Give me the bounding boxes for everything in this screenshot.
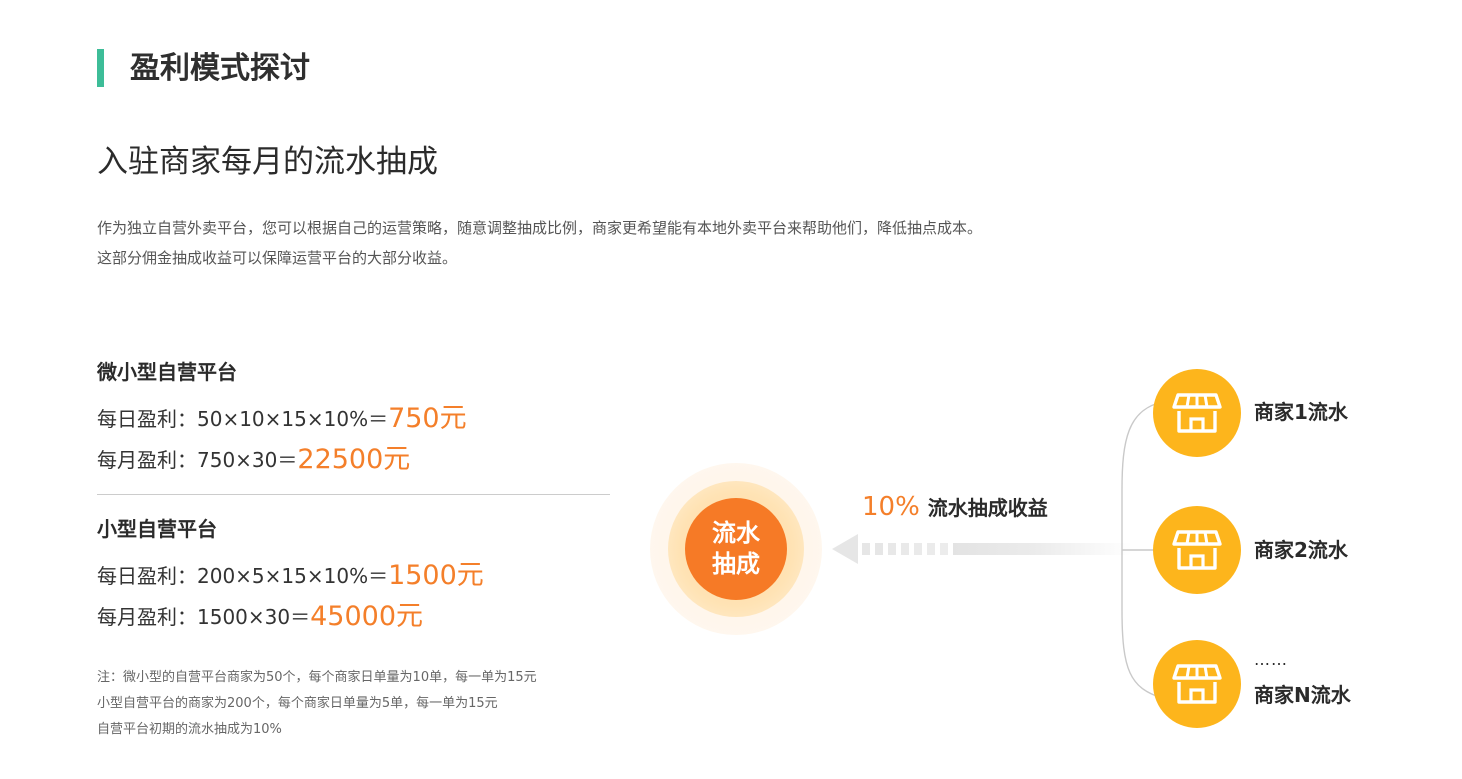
calc-label: 每月盈利： [97,605,197,629]
daily-profit-row: 每日盈利：50×10×15×10%＝750元 [97,402,467,436]
calc-formula: 50×10×15×10%＝ [197,407,389,431]
calc-label: 每日盈利： [97,407,197,431]
flow-label: 10% 流水抽成收益 [862,489,1048,528]
calc-formula: 750×30＝ [197,448,298,472]
calc-result: 750元 [388,403,467,434]
page-subtitle: 入驻商家每月的流水抽成 [97,144,438,180]
calc-label: 每月盈利： [97,448,197,472]
footnote-line: 自营平台初期的流水抽成为10% [97,722,282,737]
monthly-profit-row: 每月盈利：750×30＝22500元 [97,443,410,477]
center-label-line1: 流水 [712,519,760,547]
intro-paragraph: 作为独立自营外卖平台，您可以根据自己的运营策略，随意调整抽成比例，商家更希望能有… [97,213,1147,273]
calc-result: 1500元 [388,560,484,591]
plan-title: 微小型自营平台 [97,360,237,384]
flow-arrow [832,534,1132,564]
plan-title: 小型自营平台 [97,517,217,541]
footnote-line: 注：微小型的自营平台商家为50个，每个商家日单量为10单，每一单为15元 [97,670,537,685]
arrow-dash [888,543,896,555]
center-label-line2: 抽成 [712,550,760,578]
store-icon [1153,640,1241,728]
monthly-profit-row: 每月盈利：1500×30＝45000元 [97,600,423,634]
flow-text: 流水抽成收益 [927,496,1048,520]
section-accent-bar [97,49,104,87]
calc-label: 每日盈利： [97,564,197,588]
calc-result: 22500元 [297,444,411,475]
merchant-label: 商家2流水 [1254,538,1348,562]
arrow-dash [862,543,870,555]
merchant-label: 商家1流水 [1254,400,1348,424]
arrow-dash [914,543,922,555]
merchant-label: 商家N流水 [1254,683,1351,707]
calc-formula: 1500×30＝ [197,605,311,629]
arrow-dash [875,543,883,555]
store-icon [1153,369,1241,457]
arrow-head [832,534,858,564]
arrow-dash [940,543,948,555]
center-circle: 流水 抽成 [685,498,787,600]
footnote-line: 小型自营平台的商家为200个，每个商家日单量为5单，每一单为15元 [97,696,498,711]
flow-percent: 10% [862,492,920,522]
footnotes: 注：微小型的自营平台商家为50个，每个商家日单量为10单，每一单为15元 小型自… [97,665,537,743]
calc-result: 45000元 [310,601,424,632]
calc-formula: 200×5×15×10%＝ [197,564,389,588]
plan-divider [97,494,610,495]
section-title: 盈利模式探讨 [130,51,310,86]
store-icon [1153,506,1241,594]
arrow-dash [901,543,909,555]
intro-line: 这部分佣金抽成收益可以保障运营平台的大部分收益。 [97,249,458,267]
ellipsis: …… [1254,650,1288,669]
intro-line: 作为独立自营外卖平台，您可以根据自己的运营策略，随意调整抽成比例，商家更希望能有… [97,219,983,237]
arrow-dash [927,543,935,555]
daily-profit-row: 每日盈利：200×5×15×10%＝1500元 [97,559,484,593]
